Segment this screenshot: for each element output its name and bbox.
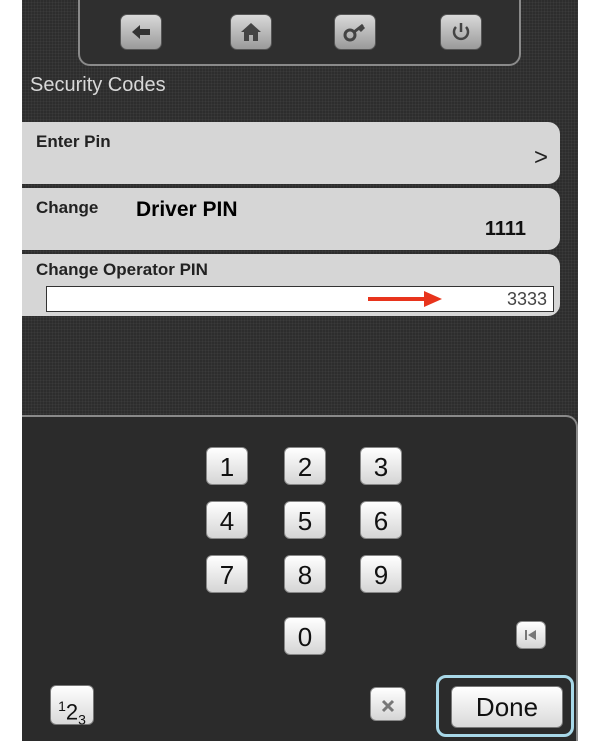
numeric-keypad: 1 2 3 4 5 6 7 8 9 0 123 Done xyxy=(22,415,578,741)
mode-label-base: 1 xyxy=(58,698,66,714)
operator-pin-input[interactable]: 3333 xyxy=(46,286,554,312)
done-highlight: Done xyxy=(436,675,574,737)
enter-pin-label: Enter Pin xyxy=(36,132,111,151)
back-arrow-icon xyxy=(132,25,150,39)
change-operator-label: Change Operator PIN xyxy=(36,260,208,279)
red-arrow-icon xyxy=(368,291,442,307)
device-screen: Security Codes Enter Pin > Change Driver… xyxy=(22,0,578,741)
key-5[interactable]: 5 xyxy=(284,501,326,539)
skip-back-icon xyxy=(525,630,536,640)
close-icon xyxy=(381,699,395,713)
power-icon xyxy=(452,23,470,41)
driver-pin-value: 1111 xyxy=(484,218,526,240)
key-9[interactable]: 9 xyxy=(360,555,402,593)
skip-back-button[interactable] xyxy=(516,621,546,649)
chevron-right-icon: > xyxy=(533,144,548,171)
back-button[interactable] xyxy=(120,14,162,50)
key-1[interactable]: 1 xyxy=(206,447,248,485)
key-8[interactable]: 8 xyxy=(284,555,326,593)
mode-label-sub: 2 xyxy=(65,699,79,725)
home-icon xyxy=(241,23,261,41)
key-4[interactable]: 4 xyxy=(206,501,248,539)
key-6[interactable]: 6 xyxy=(360,501,402,539)
clear-button[interactable] xyxy=(370,687,406,721)
key-0[interactable]: 0 xyxy=(284,617,326,655)
page-title: Security Codes xyxy=(30,74,166,96)
number-mode-button[interactable]: 123 xyxy=(50,685,94,728)
power-button[interactable] xyxy=(440,14,482,50)
key-2[interactable]: 2 xyxy=(284,447,326,485)
mode-label-sub2: 3 xyxy=(78,711,86,728)
change-driver-label: Change xyxy=(36,198,99,217)
key-3[interactable]: 3 xyxy=(360,447,402,485)
driver-pin-label: Driver PIN xyxy=(136,198,238,221)
key-icon xyxy=(343,23,366,42)
enter-pin-row[interactable]: Enter Pin > xyxy=(22,122,560,184)
change-driver-pin-row[interactable]: Change Driver PIN 1111 xyxy=(22,188,560,250)
top-nav-bar xyxy=(78,0,521,66)
done-button[interactable]: Done xyxy=(451,686,563,728)
key-button[interactable] xyxy=(334,14,376,50)
key-7[interactable]: 7 xyxy=(206,555,248,593)
home-button[interactable] xyxy=(230,14,272,50)
